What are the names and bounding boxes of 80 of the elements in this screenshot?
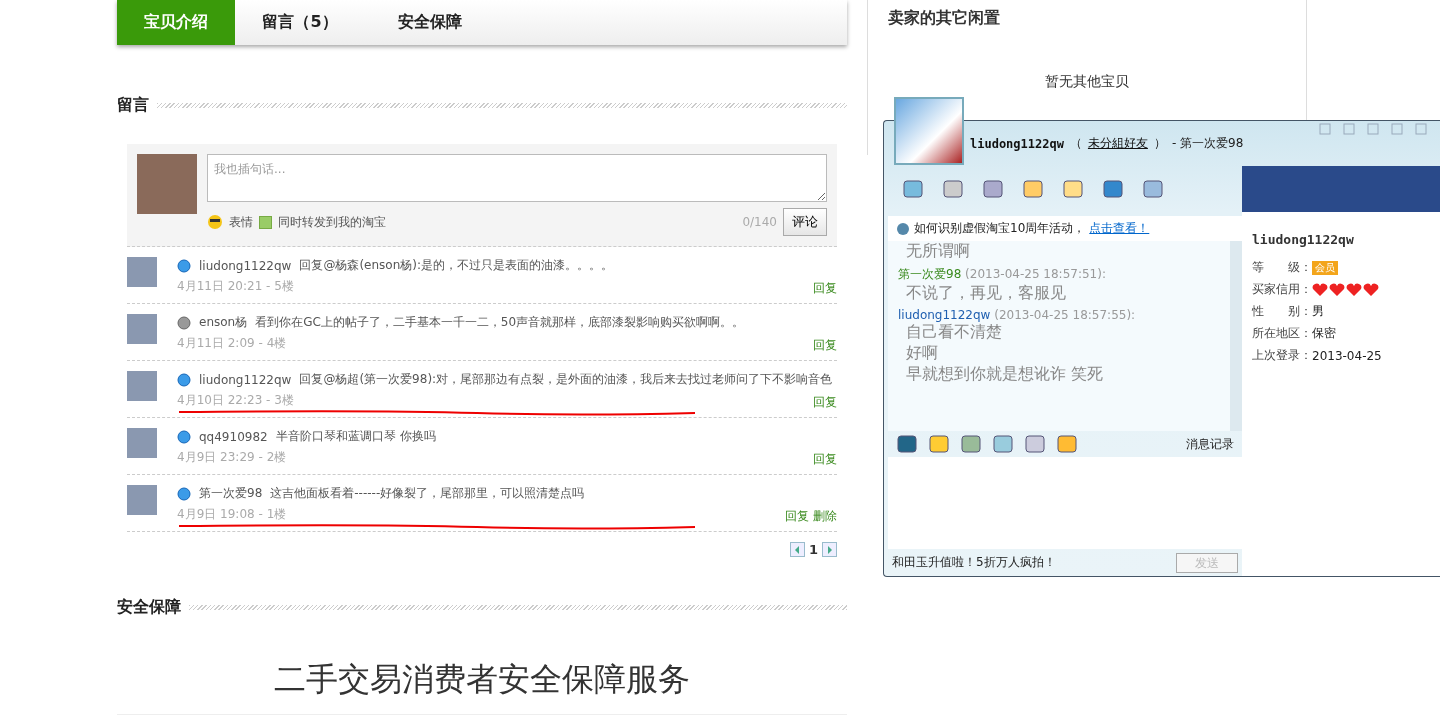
notice-text: 如何识别虚假淘宝10周年活动， bbox=[914, 220, 1086, 237]
heart-icon bbox=[1329, 282, 1345, 297]
page-number[interactable]: 1 bbox=[808, 542, 818, 557]
comment-field[interactable]: 我也插句话... bbox=[207, 154, 827, 202]
panel-title: 卖家的其它闲置 bbox=[888, 8, 1001, 29]
checkbox[interactable] bbox=[259, 215, 272, 229]
message-text: 好啊 bbox=[905, 343, 939, 364]
bracket: （ bbox=[1069, 135, 1082, 152]
avatar-placeholder bbox=[894, 97, 964, 165]
action-link[interactable]: 回复 bbox=[785, 508, 809, 525]
username[interactable]: enson杨 bbox=[199, 314, 248, 331]
comment-meta: 4月9日 23:29 - 2楼 bbox=[177, 449, 287, 466]
history-button[interactable]: 消息记录 bbox=[1186, 435, 1234, 453]
field-label: 性 别： bbox=[1252, 303, 1312, 320]
service-title: 二手交易消费者安全保障服务 bbox=[117, 658, 847, 715]
message-text: 自己看不清楚 bbox=[905, 322, 1003, 343]
info-icon bbox=[896, 221, 910, 236]
ad-text[interactable]: 和田玉升值啦！5折万人疯拍！ bbox=[892, 554, 1056, 571]
photo-placeholder bbox=[127, 257, 157, 287]
contact-name: liudong1122qw bbox=[970, 136, 1064, 151]
emoji-label[interactable]: 表情 bbox=[229, 213, 253, 231]
comment-meta: 4月9日 19:08 - 1楼 bbox=[177, 506, 287, 523]
action-link[interactable]: 回复 bbox=[813, 280, 837, 297]
action-link[interactable]: 回复 bbox=[813, 451, 837, 468]
heart-icon bbox=[1312, 282, 1328, 297]
comment-meta: 4月11日 2:09 - 4楼 bbox=[177, 335, 287, 352]
message-time: (2013-04-25 18:57:51): bbox=[965, 267, 1106, 281]
action-link[interactable]: 删除 bbox=[813, 508, 837, 525]
heart-icon bbox=[1363, 282, 1379, 297]
group-link[interactable]: 未分組好友 bbox=[1087, 135, 1148, 152]
char-counter: 0/140 bbox=[742, 215, 777, 229]
username[interactable]: qq4910982 bbox=[199, 429, 268, 444]
field-value: 保密 bbox=[1312, 325, 1336, 342]
comment-text: 回复@杨森(enson杨):是的，不过只是表面的油漆。。。。 bbox=[299, 257, 614, 274]
tab[interactable]: 安全保障 bbox=[365, 0, 495, 45]
message-text: 无所谓啊 bbox=[905, 241, 971, 262]
field-value: 2013-04-25 bbox=[1312, 348, 1382, 363]
forward-label: 同时转发到我的淘宝 bbox=[278, 213, 386, 231]
field-label: 等 级： bbox=[1252, 259, 1312, 276]
photo-placeholder bbox=[137, 154, 197, 214]
tab[interactable]: 宝贝介绍 bbox=[117, 0, 235, 45]
comment-meta: 4月10日 22:23 - 3楼 bbox=[177, 392, 294, 409]
username[interactable]: 第一次爱98 bbox=[199, 485, 263, 502]
submit-button[interactable]: 评论 bbox=[783, 208, 827, 236]
username[interactable]: liudong1122qw bbox=[199, 372, 292, 387]
photo-placeholder bbox=[127, 314, 157, 344]
message-text: 早就想到你就是想讹诈 笑死 bbox=[905, 364, 1105, 385]
message-text: 不说了，再见，客服见 bbox=[905, 283, 1067, 304]
message-sender: liudong1122qw bbox=[898, 308, 991, 322]
heart-icon bbox=[1346, 282, 1362, 297]
profile-name: liudong1122qw bbox=[1252, 232, 1355, 247]
comment-meta: 4月11日 20:21 - 5楼 bbox=[177, 278, 294, 295]
caret-right-icon bbox=[826, 545, 833, 554]
member-badge: 会员 bbox=[1312, 260, 1338, 275]
message-sender: 第一次爱98 bbox=[898, 267, 962, 281]
photo-placeholder bbox=[127, 428, 157, 458]
message-time: (2013-04-25 18:57:55): bbox=[994, 308, 1136, 322]
action-link[interactable]: 回复 bbox=[813, 337, 837, 354]
field-label: 所在地区： bbox=[1252, 325, 1312, 342]
field-value: 男 bbox=[1312, 303, 1324, 320]
next-page-button[interactable] bbox=[822, 542, 837, 557]
empty-message: 暂无其他宝贝 bbox=[1044, 73, 1130, 91]
section-heading: 留言 bbox=[117, 95, 149, 116]
action-link[interactable]: 回复 bbox=[813, 394, 837, 411]
username[interactable]: liudong1122qw bbox=[199, 258, 292, 273]
photo-placeholder bbox=[127, 371, 157, 401]
comment-text: 看到你在GC上的帖子了，二手基本一千一二，50声音就那样，底部漆裂影响购买欲啊啊。。 bbox=[255, 314, 745, 331]
photo-placeholder bbox=[127, 485, 157, 515]
tab[interactable]: 留言（5） bbox=[235, 0, 365, 45]
section-heading: 安全保障 bbox=[117, 597, 181, 618]
field-label: 上次登录： bbox=[1252, 347, 1312, 364]
field-label: 买家信用： bbox=[1252, 281, 1312, 298]
window-title: - 第一次爱98 bbox=[1171, 135, 1244, 152]
notice-link[interactable]: 点击查看！ bbox=[1089, 220, 1150, 237]
comment-text: 这吉他面板看着------好像裂了，尾部那里，可以照清楚点吗 bbox=[270, 485, 585, 502]
comment-text: 回复@杨超(第一次爱98):对，尾部那边有点裂，是外面的油漆，我后来去找过老师问了下不影响音色 bbox=[299, 371, 833, 388]
caret-left-icon bbox=[794, 545, 801, 554]
previous-page-button[interactable] bbox=[789, 542, 805, 557]
comment-text: 半音阶口琴和蓝调口琴 你换吗 bbox=[275, 428, 436, 445]
bracket: ） bbox=[1153, 135, 1166, 152]
